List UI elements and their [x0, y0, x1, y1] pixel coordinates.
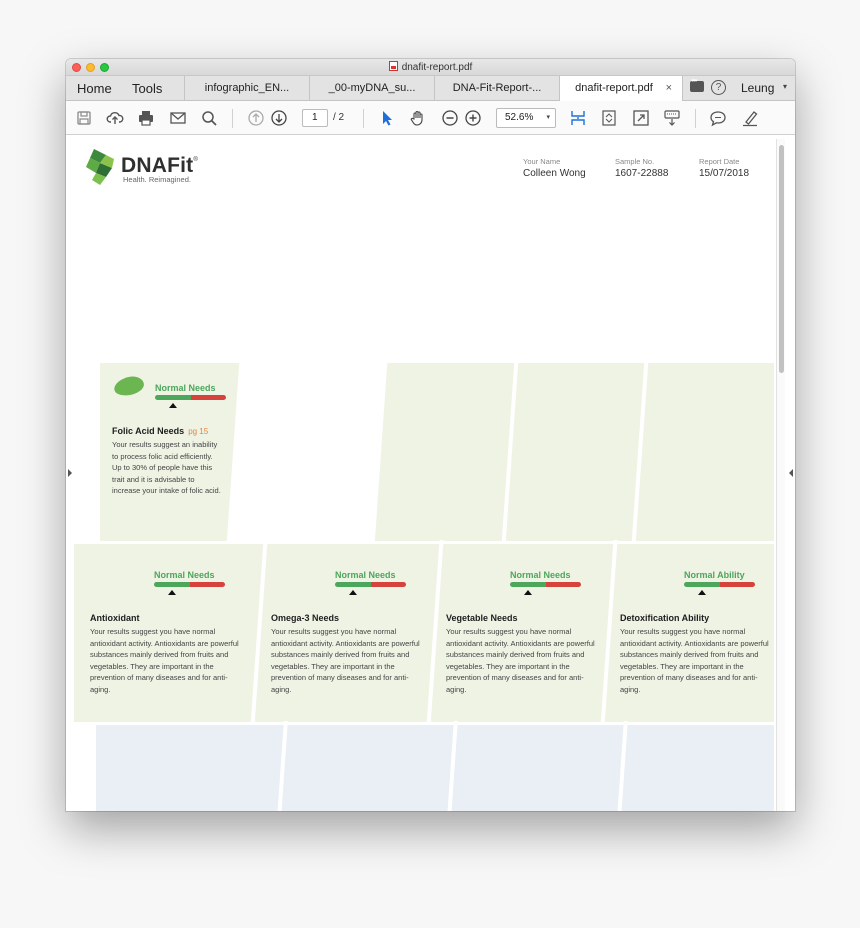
page-reference-link[interactable]: pg 15 [188, 427, 208, 436]
toolbar-divider [232, 109, 233, 128]
pdf-page: DNAFit® Health. Reimagined. Your Name Co… [74, 136, 774, 811]
card-status: Normal Needs [154, 570, 215, 580]
card-title: Antioxidant [90, 613, 140, 623]
needs-scale-bar [335, 582, 406, 587]
brand-tagline: Health. Reimagined. [123, 175, 191, 184]
card-description: Your results suggest you have normal ant… [271, 627, 420, 694]
user-name[interactable]: Leung [741, 81, 774, 95]
card-description: Your results suggest you have normal ant… [446, 627, 595, 694]
needs-scale-bar [684, 582, 755, 587]
card-status: Normal Needs [510, 570, 571, 580]
needs-scale-bar [154, 582, 225, 587]
page-down-icon[interactable] [270, 109, 288, 127]
scale-marker-icon [523, 590, 532, 595]
report-row-3 [74, 721, 774, 811]
search-icon[interactable] [200, 109, 218, 127]
toolbar-divider [695, 109, 696, 128]
scale-marker-icon [697, 590, 706, 595]
save-icon[interactable] [75, 109, 93, 127]
help-icon[interactable]: ? [711, 80, 726, 95]
card-description: Your results suggest you have normal ant… [90, 627, 239, 694]
needs-scale-bar [510, 582, 581, 587]
fit-page-icon[interactable] [600, 109, 618, 127]
zoom-out-icon[interactable] [441, 109, 459, 127]
hand-icon[interactable] [409, 109, 427, 127]
print-icon[interactable] [137, 109, 155, 127]
tab-mydna-summary[interactable]: _00-myDNA_su... [309, 76, 434, 101]
main-toolbar: 1 / 2 52.6% ▾ [66, 101, 795, 135]
card-title: Detoxification Ability [620, 613, 710, 623]
page-number-input[interactable]: 1 [302, 109, 328, 127]
pdf-viewer-window: dnafit-report.pdf Home Tools infographic… [66, 59, 795, 811]
card-title: Omega-3 Needs [271, 613, 340, 623]
card-status: Normal Ability [684, 570, 745, 580]
scale-marker-icon [168, 403, 177, 408]
meta-sample-no: Sample No. 1607-22888 [615, 157, 669, 179]
fullscreen-icon[interactable] [632, 109, 650, 127]
meta-report-date: Report Date 15/07/2018 [699, 157, 750, 179]
zoom-in-icon[interactable] [464, 109, 482, 127]
title-bar: dnafit-report.pdf [66, 59, 795, 76]
tab-bar: Home Tools infographic_EN... _00-myDNA_s… [66, 76, 795, 102]
card-title: Folic Acid Needs pg 15 [112, 426, 209, 436]
left-panel-toggle-icon[interactable] [68, 469, 72, 477]
card-status: Normal Needs [335, 570, 396, 580]
scrollbar-thumb[interactable] [779, 145, 784, 373]
scroll-mode-icon[interactable] [569, 109, 587, 127]
card-title: Vegetable Needs [446, 613, 518, 623]
nav-home[interactable]: Home [77, 81, 112, 96]
page-total: / 2 [333, 112, 345, 123]
user-menu-caret-icon[interactable]: ▾ [783, 82, 787, 91]
card-description: Your results suggest an inability to pro… [112, 440, 221, 496]
upload-cloud-icon[interactable] [106, 109, 124, 127]
meta-your-name: Your Name Colleen Wong [523, 157, 586, 179]
tab-dnafit-report-active[interactable]: dnafit-report.pdf × [559, 76, 683, 102]
toolbar-divider [363, 109, 364, 128]
select-cursor-icon[interactable] [378, 109, 396, 127]
highlight-pen-icon[interactable] [741, 109, 759, 127]
vertical-scrollbar[interactable] [776, 139, 785, 811]
pdf-file-icon [388, 61, 398, 71]
mail-icon[interactable] [169, 109, 187, 127]
card-status: Normal Needs [155, 383, 216, 393]
zoom-level-select[interactable]: 52.6% ▾ [496, 108, 556, 128]
card-description: Your results suggest you have normal ant… [620, 627, 769, 694]
scale-marker-icon [167, 590, 176, 595]
tab-infographic[interactable]: infographic_EN... [184, 76, 309, 101]
window-title: dnafit-report.pdf [66, 61, 795, 73]
comment-icon[interactable] [709, 109, 727, 127]
keyboard-icon[interactable] [663, 109, 681, 127]
nav-tools[interactable]: Tools [132, 81, 162, 96]
tab-dna-fit-report[interactable]: DNA-Fit-Report-... [434, 76, 559, 101]
scale-marker-icon [348, 590, 357, 595]
right-panel-toggle-icon[interactable] [789, 469, 793, 477]
document-viewer: DNAFit® Health. Reimagined. Your Name Co… [66, 136, 795, 811]
zoom-caret-icon: ▾ [546, 114, 550, 121]
needs-scale-bar [155, 395, 226, 400]
tab-close-icon[interactable]: × [666, 76, 672, 101]
chat-icon[interactable] [690, 76, 704, 92]
dnafit-logo-icon [86, 149, 114, 185]
page-up-icon[interactable] [247, 109, 265, 127]
